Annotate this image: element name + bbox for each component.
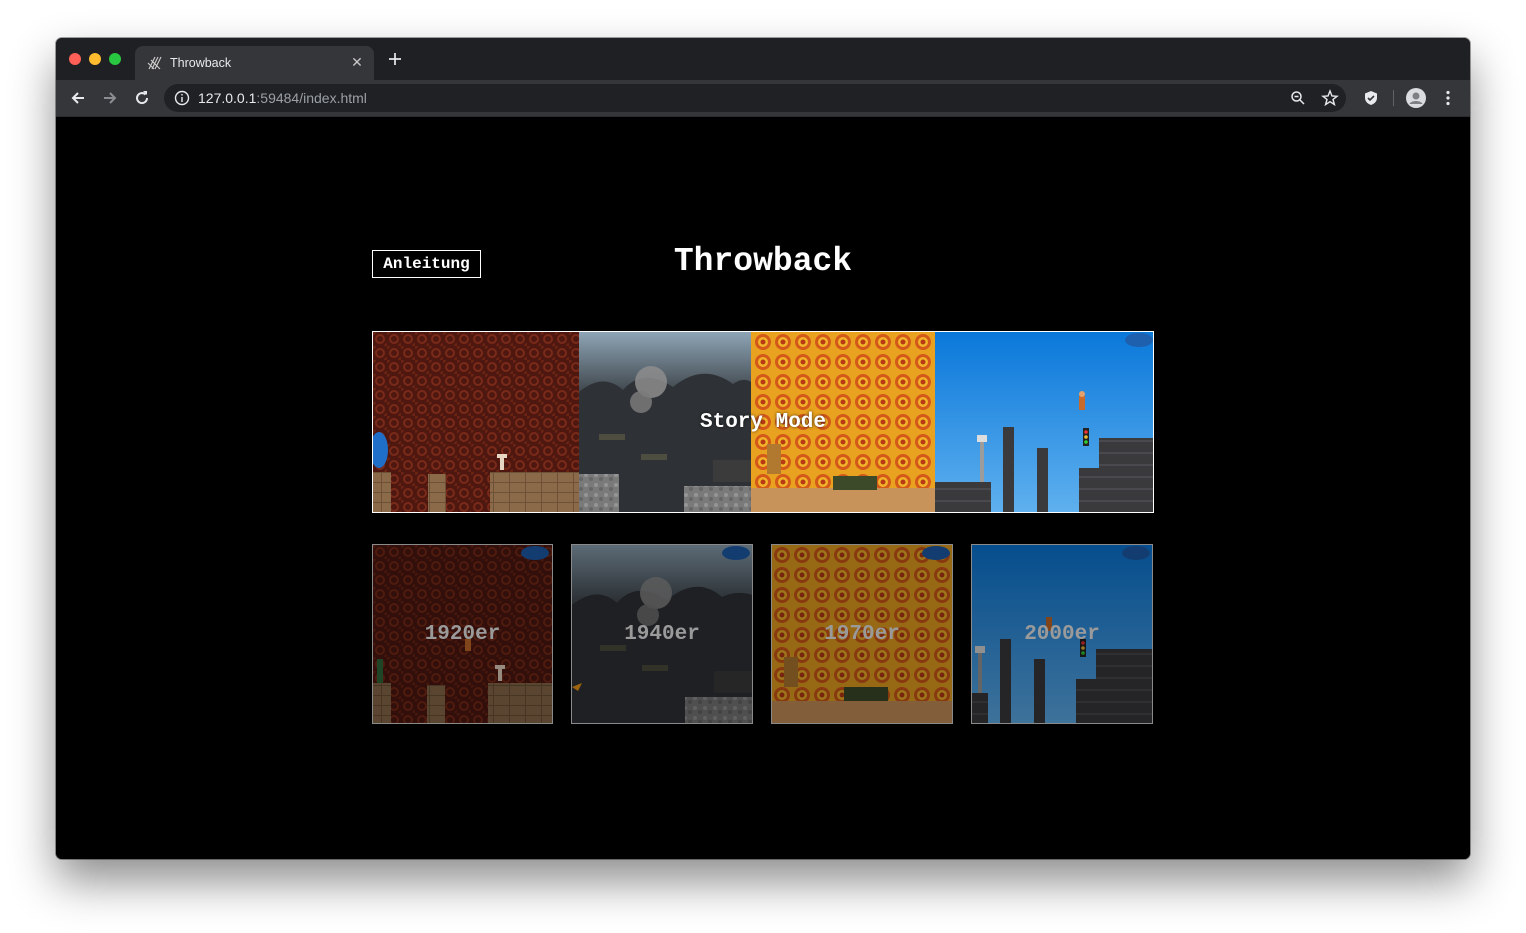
extension-shield-icon[interactable] [1362,89,1380,107]
level-1920-button[interactable]: 1920er [372,544,553,724]
story-mode-button[interactable]: Story Mode [372,331,1154,513]
level-1970-label: 1970er [824,623,900,646]
page-title: Throwback [673,243,853,280]
browser-toolbar: 127.0.0.1:59484/index.html [56,80,1470,117]
toolbar-divider [1393,90,1394,106]
url-host: 127.0.0.1 [198,90,257,106]
profile-avatar-icon[interactable] [1406,88,1426,108]
forward-icon[interactable] [101,89,119,107]
maximize-window-button[interactable] [109,53,121,65]
bookmark-star-icon[interactable] [1321,89,1339,107]
url-text: 127.0.0.1:59484/index.html [198,90,367,106]
close-window-button[interactable] [69,53,81,65]
tab-strip: Throwback ✕ [56,38,1470,80]
level-1920-label: 1920er [424,623,501,646]
page-viewport: Anleitung Throwback Story Mode 1920er 19… [56,117,1470,859]
level-2000-label: 2000er [1024,623,1100,646]
site-favicon-icon [147,56,162,70]
back-icon[interactable] [69,89,87,107]
level-2000-button[interactable]: 2000er [971,544,1153,724]
close-tab-icon[interactable]: ✕ [350,55,364,69]
menu-kebab-icon[interactable] [1439,89,1457,107]
instructions-button[interactable]: Anleitung [372,250,481,278]
level-1970-button[interactable]: 1970er [771,544,953,724]
url-path: :59484/index.html [256,90,367,106]
site-info-icon[interactable] [174,90,190,106]
reload-icon[interactable] [133,89,151,107]
level-1940-button[interactable]: 1940er [571,544,753,724]
level-1940-label: 1940er [624,623,700,646]
browser-tab[interactable]: Throwback ✕ [135,46,374,80]
new-tab-icon[interactable] [387,51,403,67]
story-mode-label: Story Mode [699,411,827,434]
zoom-icon[interactable] [1289,89,1307,107]
browser-window: Throwback ✕ 127.0.0.1:59484/index.html A… [56,38,1470,859]
tab-title: Throwback [170,56,232,70]
address-bar[interactable]: 127.0.0.1:59484/index.html [164,84,1346,112]
minimize-window-button[interactable] [89,53,101,65]
